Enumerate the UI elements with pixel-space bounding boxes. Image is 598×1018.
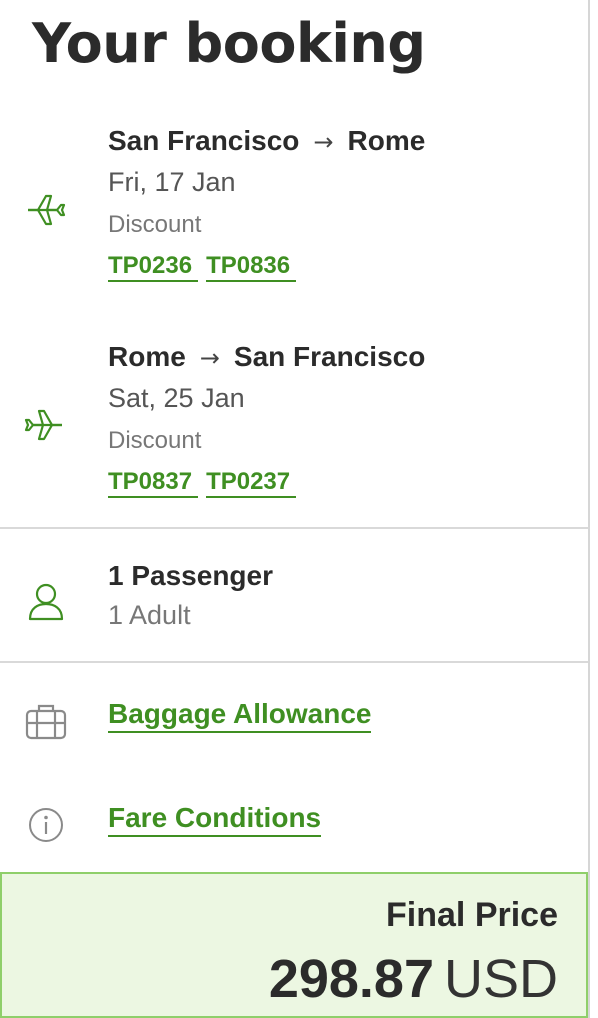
price-amount: 298.87 (268, 949, 434, 1009)
page-title: Your booking (32, 12, 426, 75)
divider (0, 661, 588, 663)
flight-link[interactable]: TP0236 (108, 252, 199, 282)
baggage-allowance-link[interactable]: Baggage Allowance (108, 698, 372, 733)
inbound-destination: San Francisco (233, 341, 426, 372)
plane-departure-icon (24, 190, 68, 235)
outbound-date: Fri, 17 Jan (108, 167, 236, 197)
inbound-origin: Rome (108, 341, 186, 372)
outbound-route: San Francisco → Rome (108, 125, 425, 157)
flight-link[interactable]: TP0237 (206, 468, 297, 498)
flight-link[interactable]: TP0836 (206, 252, 297, 282)
flight-link[interactable]: TP0837 (108, 468, 199, 498)
outbound-flights: TP0236 TP0836 (108, 252, 297, 282)
inbound-fare: Discount (108, 427, 202, 454)
info-icon (27, 806, 65, 849)
fare-conditions-link[interactable]: Fare Conditions (108, 802, 322, 837)
arrow-right-icon: → (313, 128, 334, 156)
final-price-value: 298.87 USD (269, 948, 558, 1010)
inbound-flights: TP0837 TP0237 (108, 468, 297, 498)
passenger-count: 1 Passenger (108, 560, 273, 591)
outbound-destination: Rome (347, 125, 426, 156)
inbound-date: Sat, 25 Jan (108, 383, 245, 413)
plane-return-icon (22, 405, 66, 450)
divider (0, 527, 588, 529)
inbound-route: Rome → San Francisco (108, 341, 425, 373)
outbound-origin: San Francisco (108, 125, 300, 156)
final-price-label: Final Price (386, 896, 558, 934)
arrow-right-icon: → (199, 344, 220, 372)
user-icon (26, 582, 66, 627)
outbound-fare: Discount (108, 211, 202, 238)
price-currency: USD (443, 949, 558, 1009)
baggage-icon (24, 703, 68, 746)
final-price-box: Final Price 298.87 USD (0, 872, 588, 1018)
passenger-detail: 1 Adult (108, 600, 191, 630)
booking-panel: Your booking San Francisco → Rome Fri, 17 … (0, 0, 590, 1018)
